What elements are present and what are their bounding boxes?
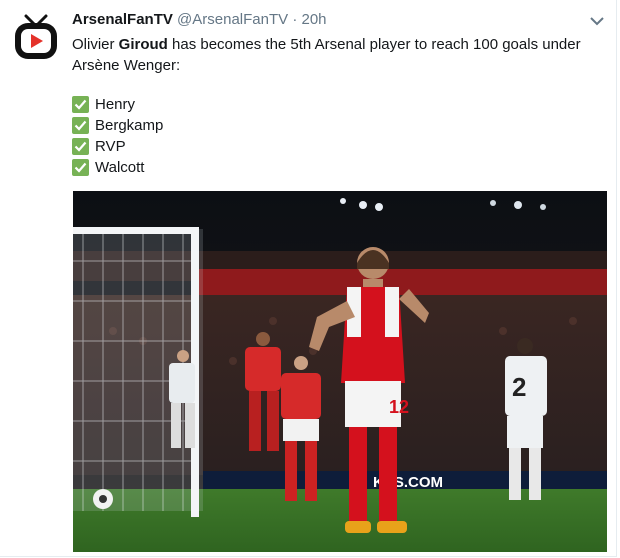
chevron-down-icon (590, 17, 604, 26)
tweet-text: Olivier Giroud has becomes the 5th Arsen… (72, 34, 592, 76)
tweet-menu-button[interactable] (588, 14, 606, 28)
football-photo: KES.COM 2 12 (73, 191, 607, 552)
text-before: Olivier (72, 36, 119, 53)
check-mark-icon (72, 159, 89, 176)
list-item-label: Walcott (95, 159, 145, 176)
separator: · (292, 11, 298, 28)
timestamp[interactable]: 20h (302, 11, 327, 28)
tweet-header: ArsenalFanTV @ArsenalFanTV · 20h (72, 11, 327, 28)
player-list: Henry Bergkamp RVP Walcott (72, 94, 163, 178)
list-item-label: Henry (95, 96, 136, 113)
check-mark-icon (72, 96, 89, 113)
display-name[interactable]: ArsenalFanTV (72, 11, 173, 28)
tweet-photo[interactable]: KES.COM 2 12 (73, 191, 607, 552)
svg-text:2: 2 (512, 372, 526, 402)
tweet-card[interactable]: ArsenalFanTV @ArsenalFanTV · 20h Olivier… (0, 0, 617, 557)
list-item: Walcott (72, 157, 163, 178)
check-mark-icon (72, 138, 89, 155)
avatar[interactable] (14, 14, 58, 60)
list-item: Bergkamp (72, 115, 163, 136)
list-item-label: RVP (95, 138, 126, 155)
tv-icon (15, 14, 57, 59)
user-handle[interactable]: @ArsenalFanTV (177, 11, 288, 28)
list-item: Henry (72, 94, 163, 115)
text-bold: Giroud (118, 36, 168, 53)
check-mark-icon (72, 117, 89, 134)
list-item-label: Bergkamp (95, 117, 164, 134)
list-item: RVP (72, 136, 163, 157)
svg-text:12: 12 (389, 397, 409, 417)
